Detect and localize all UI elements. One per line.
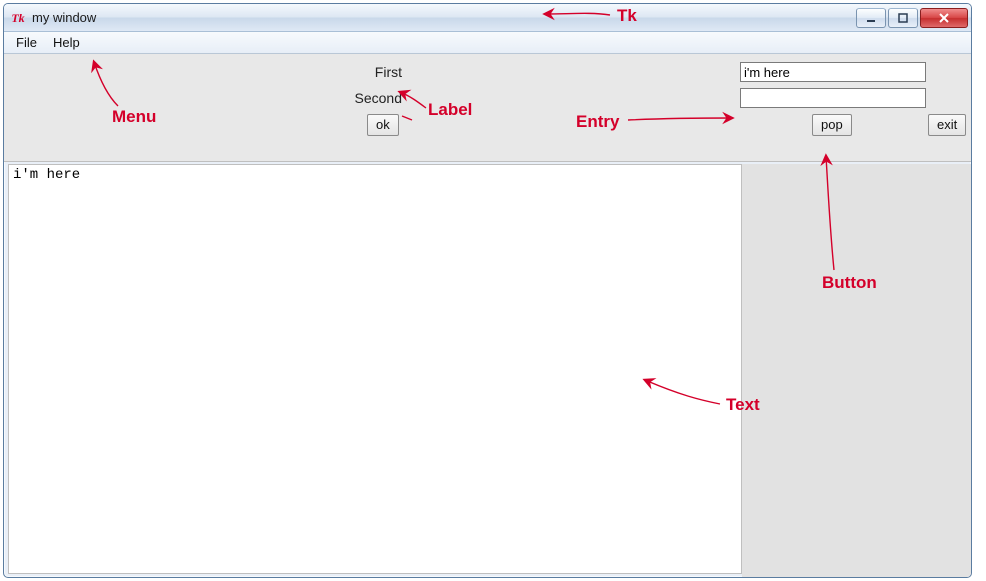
- menu-help[interactable]: Help: [45, 32, 88, 53]
- right-panel: [742, 164, 971, 577]
- maximize-button[interactable]: [888, 8, 918, 28]
- tk-icon: Tk: [10, 10, 26, 26]
- form-area: First Second ok pop exit: [4, 54, 971, 162]
- label-second: Second: [4, 90, 404, 106]
- tk-window: Tk my window File Help Firs: [3, 3, 972, 578]
- exit-button[interactable]: exit: [928, 114, 966, 136]
- label-first: First: [4, 64, 404, 80]
- pop-button[interactable]: pop: [812, 114, 852, 136]
- menu-file[interactable]: File: [8, 32, 45, 53]
- close-button[interactable]: [920, 8, 968, 28]
- menubar: File Help: [4, 32, 971, 54]
- window-title: my window: [32, 10, 96, 25]
- text-widget[interactable]: i'm here: [8, 164, 742, 574]
- ok-button[interactable]: ok: [367, 114, 399, 136]
- titlebar[interactable]: Tk my window: [4, 4, 971, 32]
- minimize-button[interactable]: [856, 8, 886, 28]
- entry-first[interactable]: [740, 62, 926, 82]
- entry-second[interactable]: [740, 88, 926, 108]
